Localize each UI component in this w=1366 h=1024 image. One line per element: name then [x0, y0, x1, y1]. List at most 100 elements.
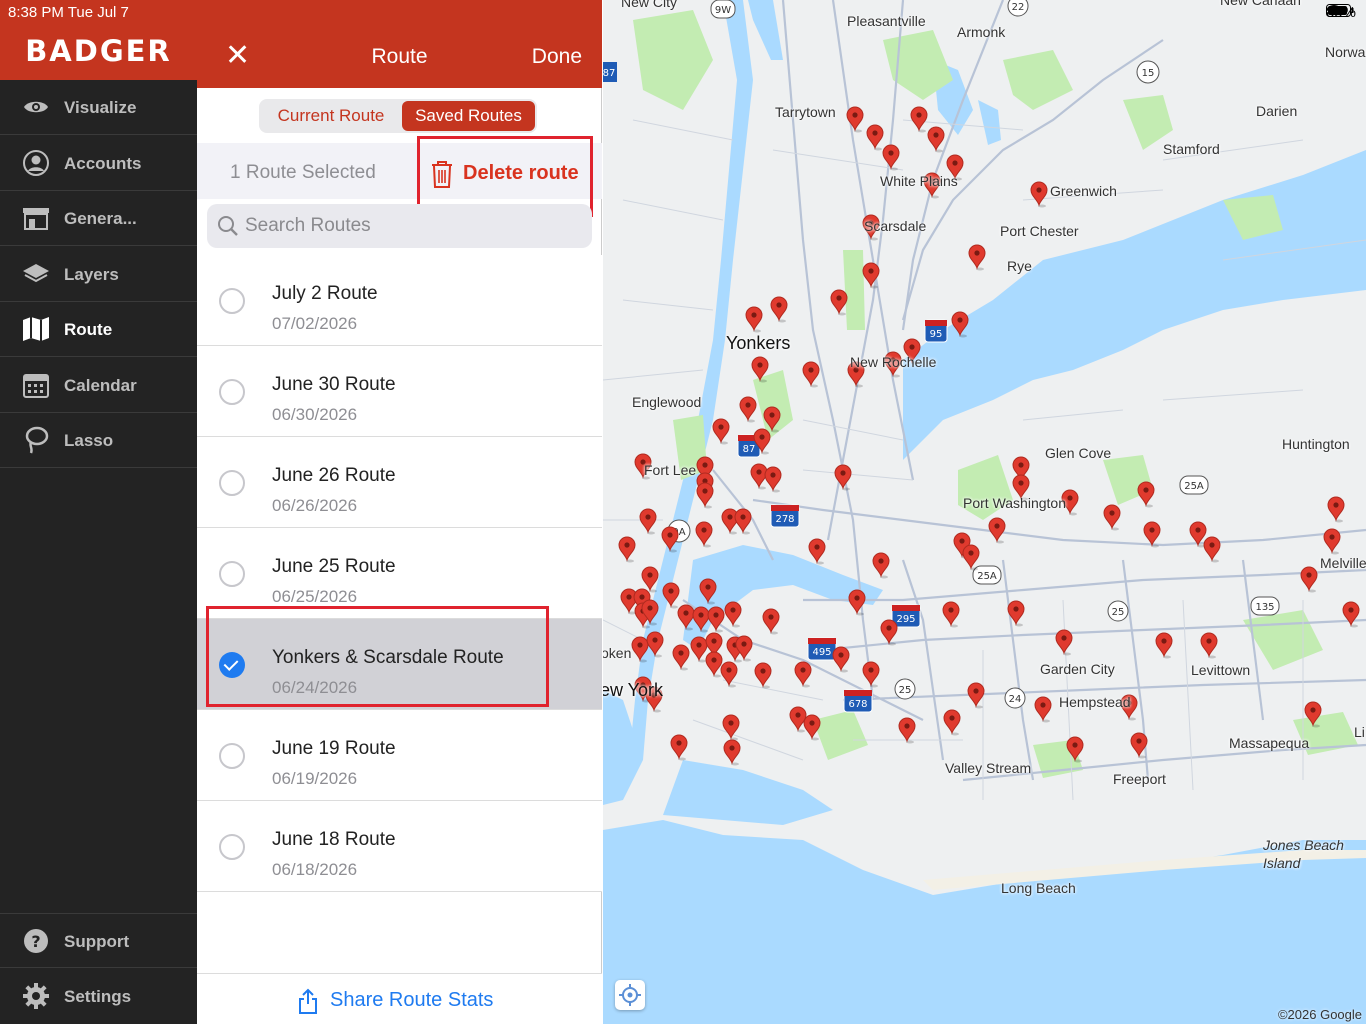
route-stop-pin[interactable] — [639, 508, 657, 535]
route-row[interactable]: June 26 Route 06/26/2026 — [197, 437, 602, 528]
route-row[interactable]: June 18 Route 06/18/2026 — [197, 801, 602, 892]
route-stop-pin[interactable] — [762, 608, 780, 635]
tab-saved-routes[interactable]: Saved Routes — [402, 101, 535, 131]
route-stop-pin[interactable] — [866, 124, 884, 151]
route-stop-pin[interactable] — [927, 126, 945, 153]
place-label: Valley Stream — [945, 760, 1032, 776]
route-name: June 30 Route — [272, 374, 396, 395]
radio-button[interactable] — [219, 470, 245, 496]
search-routes-field[interactable] — [207, 204, 592, 248]
route-stop-pin[interactable] — [1034, 696, 1052, 723]
tab-current-route[interactable]: Current Route — [263, 101, 399, 131]
route-stop-pin[interactable] — [695, 521, 713, 548]
route-stop-pin[interactable] — [832, 646, 850, 673]
sidebar-item-layers[interactable]: Layers — [0, 247, 197, 302]
route-stop-pin[interactable] — [1300, 566, 1318, 593]
route-stop-pin[interactable] — [910, 106, 928, 133]
route-date: 06/19/2026 — [272, 769, 358, 788]
place-label: Li — [1354, 724, 1365, 740]
route-stop-pin[interactable] — [705, 651, 723, 678]
route-stop-pin[interactable] — [1130, 732, 1148, 759]
route-stop-pin[interactable] — [803, 714, 821, 741]
route-row[interactable]: June 30 Route 06/30/2026 — [197, 346, 602, 437]
route-stop-pin[interactable] — [739, 396, 757, 423]
route-stop-pin[interactable] — [712, 418, 730, 445]
route-stop-pin[interactable] — [1342, 601, 1360, 628]
route-stop-pin[interactable] — [723, 739, 741, 766]
sidebar-item-lasso[interactable]: Lasso — [0, 413, 197, 468]
sidebar-item-route[interactable]: Route — [0, 302, 197, 357]
route-stop-pin[interactable] — [967, 682, 985, 709]
locate-me-button[interactable] — [615, 980, 645, 1010]
route-stop-pin[interactable] — [618, 536, 636, 563]
route-stop-pin[interactable] — [808, 538, 826, 565]
route-row[interactable]: July 2 Route 07/02/2026 — [197, 255, 602, 346]
route-stop-pin[interactable] — [641, 566, 659, 593]
svg-text:495: 495 — [812, 647, 831, 658]
sidebar-item-general[interactable]: Genera... — [0, 191, 197, 246]
route-stop-pin[interactable] — [745, 306, 763, 333]
radio-button[interactable] — [219, 834, 245, 860]
status-time: 8:38 PM Tue Jul 7 — [8, 4, 129, 21]
search-icon — [218, 216, 238, 236]
route-stop-pin[interactable] — [754, 662, 772, 689]
route-stop-pin[interactable] — [789, 706, 807, 733]
route-stop-pin[interactable] — [882, 144, 900, 171]
route-stop-pin[interactable] — [770, 296, 788, 323]
route-date: 06/30/2026 — [272, 405, 358, 424]
route-25-shield: 25 — [894, 678, 916, 700]
route-stop-pin[interactable] — [720, 661, 738, 688]
route-stop-pin[interactable] — [942, 601, 960, 628]
route-stop-pin[interactable] — [750, 463, 768, 490]
route-stop-pin[interactable] — [1327, 496, 1345, 523]
done-button[interactable]: Done — [532, 45, 582, 69]
route-stop-pin[interactable] — [1055, 629, 1073, 656]
route-stop-pin[interactable] — [988, 517, 1006, 544]
route-stop-pin[interactable] — [1103, 504, 1121, 531]
map-view[interactable]: 9W 22 15 87 95 87 9A 278 295 495 678 25 … — [603, 0, 1366, 1024]
route-stop-pin[interactable] — [764, 466, 782, 493]
route-stop-pin[interactable] — [880, 619, 898, 646]
sidebar-item-visualize[interactable]: Visualize — [0, 80, 197, 135]
route-stop-pin[interactable] — [794, 661, 812, 688]
route-stop-pin[interactable] — [962, 544, 980, 571]
route-stop-pin[interactable] — [1030, 181, 1048, 208]
route-stop-pin[interactable] — [862, 661, 880, 688]
place-label: Armonk — [957, 24, 1006, 40]
route-stop-pin[interactable] — [690, 636, 708, 663]
radio-button[interactable] — [219, 561, 245, 587]
route-stop-pin[interactable] — [1137, 481, 1155, 508]
route-stop-pin[interactable] — [830, 289, 848, 316]
radio-button[interactable] — [219, 288, 245, 314]
route-stop-pin[interactable] — [735, 635, 753, 662]
route-stop-pin[interactable] — [670, 734, 688, 761]
route-stop-pin[interactable] — [846, 106, 864, 133]
radio-button[interactable] — [219, 743, 245, 769]
radio-button[interactable] — [219, 379, 245, 405]
route-stop-pin[interactable] — [696, 482, 714, 509]
route-name: June 19 Route — [272, 738, 396, 759]
route-stop-pin[interactable] — [802, 361, 820, 388]
share-route-stats-button[interactable]: Share Route Stats — [330, 989, 493, 1012]
route-stop-pin[interactable] — [1155, 632, 1173, 659]
place-label: White Plains — [880, 173, 958, 189]
route-stop-pin[interactable] — [943, 709, 961, 736]
sidebar-item-accounts[interactable]: Accounts — [0, 136, 197, 191]
route-stop-pin[interactable] — [1323, 528, 1341, 555]
route-stop-pin[interactable] — [1200, 632, 1218, 659]
route-row[interactable]: June 19 Route 06/19/2026 — [197, 710, 602, 801]
route-stop-pin[interactable] — [872, 552, 890, 579]
route-stop-pin[interactable] — [1203, 536, 1221, 563]
route-stop-pin[interactable] — [734, 508, 752, 535]
route-stop-pin[interactable] — [707, 606, 725, 633]
route-stop-pin[interactable] — [722, 714, 740, 741]
route-stop-pin[interactable] — [672, 644, 690, 671]
sidebar-item-calendar[interactable]: Calendar — [0, 358, 197, 413]
search-input[interactable] — [245, 212, 575, 240]
route-stop-pin[interactable] — [724, 601, 742, 628]
route-stop-pin[interactable] — [968, 244, 986, 271]
map-icon — [22, 315, 50, 343]
sidebar-item-settings[interactable]: Settings — [0, 969, 197, 1024]
sidebar-item-support[interactable]: ? Support — [0, 913, 197, 968]
place-label: Glen Cove — [1045, 445, 1112, 461]
